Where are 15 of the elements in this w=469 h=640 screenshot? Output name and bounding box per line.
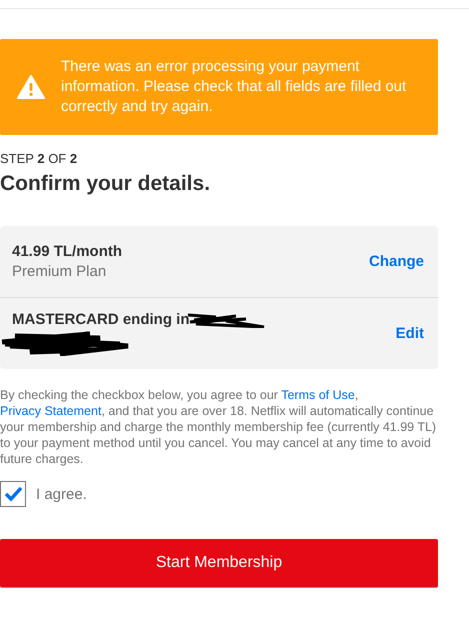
terms-link[interactable]: Privacy Statement bbox=[0, 404, 102, 418]
agree-label: I agree. bbox=[36, 486, 87, 502]
terms-paragraph: By checking the checkbox below, you agree to our Terms of Use, Privacy Statement, and that you are over 18. Netflix will automatically continue your membership and charge the monthly membership fee (currently 41.99 TL) to your payment method until you cancel. You may cancel at any time to avoid future charges. bbox=[0, 387, 438, 467]
warning-icon bbox=[17, 75, 45, 99]
start-membership-button[interactable]: Start Membership bbox=[0, 539, 438, 587]
summary-subtitle: Premium Plan bbox=[12, 263, 106, 280]
page-title: Confirm your details. bbox=[0, 172, 212, 196]
edit-link[interactable]: Change bbox=[368, 253, 424, 270]
terms-link[interactable]: Terms of Use bbox=[281, 388, 355, 402]
summary-title: MASTERCARD ending in bbox=[12, 311, 190, 328]
step-indicator: STEP 2 OF 2 bbox=[0, 151, 78, 166]
error-message: There was an error processing your payment information. Please check that all fields are filled out correctly and try again. bbox=[61, 57, 408, 117]
edit-link[interactable]: Edit bbox=[396, 325, 424, 342]
agree-checkbox[interactable] bbox=[0, 481, 26, 507]
summary-title: 41.99 TL/month bbox=[12, 243, 122, 260]
